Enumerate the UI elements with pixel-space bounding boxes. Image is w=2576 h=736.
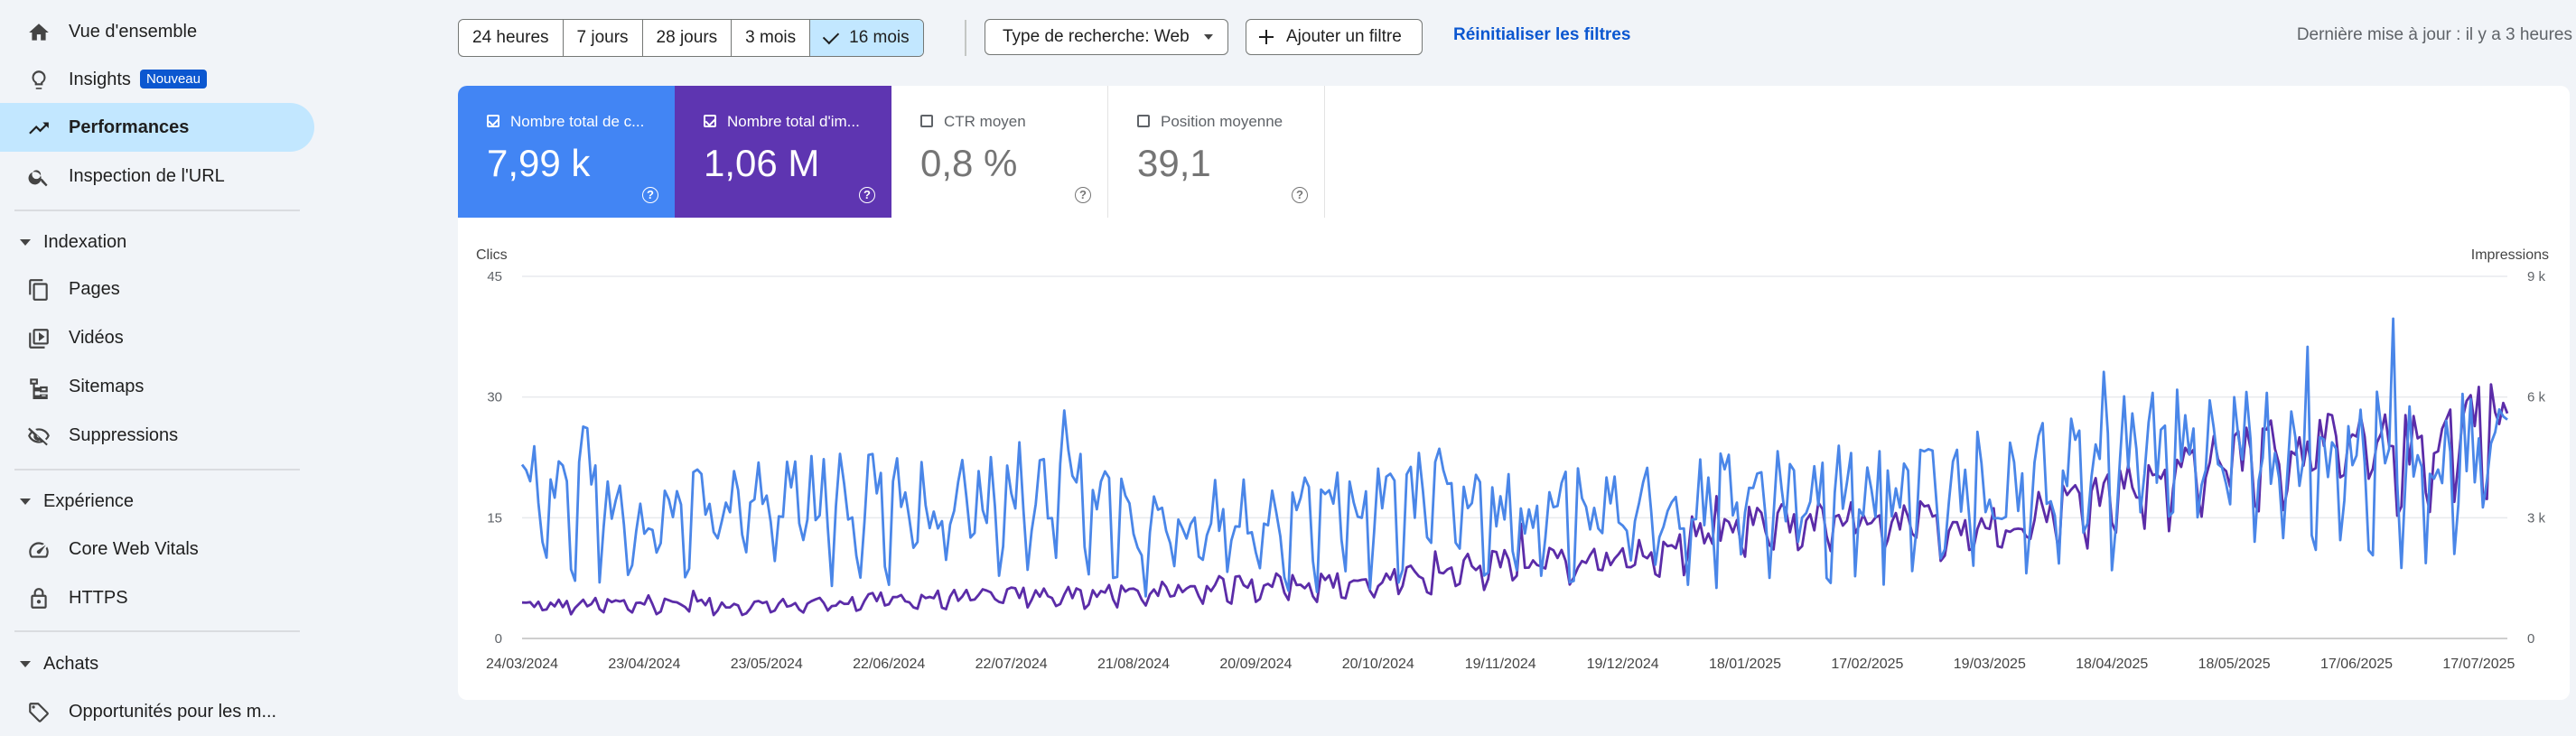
x-tick-label: 18/05/2025 [2198, 657, 2271, 672]
x-tick-label: 22/06/2024 [853, 657, 925, 672]
y-tick-label-right: 9 k [2527, 269, 2546, 284]
x-tick-label: 17/02/2025 [1831, 657, 1903, 672]
x-tick-label: 20/10/2024 [1342, 657, 1414, 672]
x-tick-label: 23/05/2024 [731, 657, 803, 672]
x-tick-label: 17/07/2025 [2442, 657, 2515, 672]
x-tick-label: 19/03/2025 [1954, 657, 2026, 672]
x-tick-label: 19/12/2024 [1587, 657, 1659, 672]
x-tick-label: 23/04/2024 [608, 657, 680, 672]
x-tick-label: 24/03/2024 [486, 657, 558, 672]
x-tick-label: 22/07/2024 [975, 657, 1048, 672]
x-tick-label: 20/09/2024 [1219, 657, 1292, 672]
y-tick-label-right: 3 k [2527, 510, 2546, 526]
x-tick-label: 17/06/2025 [2320, 657, 2393, 672]
y-tick-label-right: 0 [2527, 631, 2534, 647]
y-tick-label-left: 0 [495, 631, 502, 647]
x-tick-label: 21/08/2024 [1097, 657, 1170, 672]
y-tick-label-left: 45 [487, 269, 502, 284]
x-tick-label: 18/04/2025 [2076, 657, 2148, 672]
x-tick-label: 19/11/2024 [1465, 657, 1536, 672]
y-tick-label-right: 6 k [2527, 390, 2546, 405]
performance-chart[interactable]: 0 0 15 3 k 30 6 k 45 9 k 24/03/2024 23/04/2024 23/… [0, 0, 2576, 730]
x-tick-label: 18/01/2025 [1709, 657, 1781, 672]
y-tick-label-left: 15 [487, 510, 502, 526]
y-tick-label-left: 30 [487, 390, 502, 405]
